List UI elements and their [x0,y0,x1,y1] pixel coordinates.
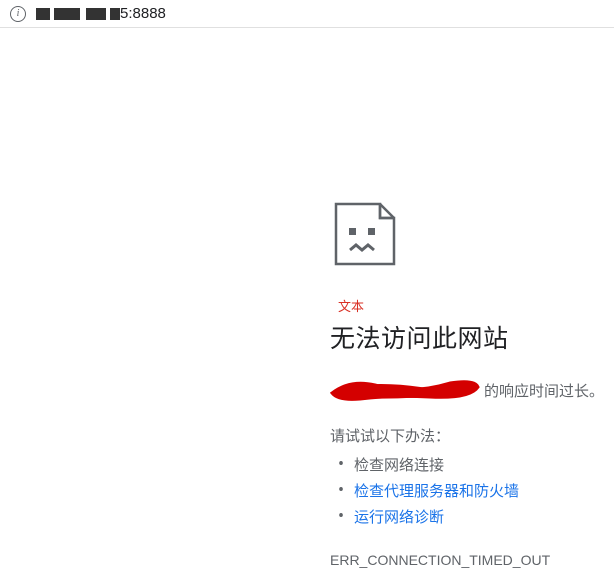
sad-page-icon [330,198,614,270]
address-bar[interactable]: i 5:8888 [0,0,614,28]
info-icon[interactable]: i [10,6,26,22]
try-suggestions-heading: 请试试以下办法： [330,425,614,446]
suggestion-check-proxy-link[interactable]: 检查代理服务器和防火墙 [354,478,614,504]
response-time-text: 的响应时间过长。 [484,380,604,401]
redacted-segment [36,8,50,20]
redaction-scribble [330,375,480,405]
url-text: 5:8888 [36,5,166,22]
redacted-segment [54,8,80,20]
error-title: 无法访问此网站 [330,319,614,355]
redacted-segment [110,8,120,20]
error-code: ERR_CONNECTION_TIMED_OUT [330,552,614,568]
redacted-segment [86,8,106,20]
suggestion-run-diagnostics-link[interactable]: 运行网络诊断 [354,504,614,530]
redacted-host-row: 的响应时间过长。 [330,375,614,405]
url-visible-part: 5:8888 [120,5,166,22]
text-label: 文本 [338,296,614,315]
error-page-content: 文本 无法访问此网站 的响应时间过长。 请试试以下办法： 检查网络连接 检查代理… [0,28,614,568]
suggestion-check-network: 检查网络连接 [354,452,614,478]
suggestion-list: 检查网络连接 检查代理服务器和防火墙 运行网络诊断 [330,452,614,530]
